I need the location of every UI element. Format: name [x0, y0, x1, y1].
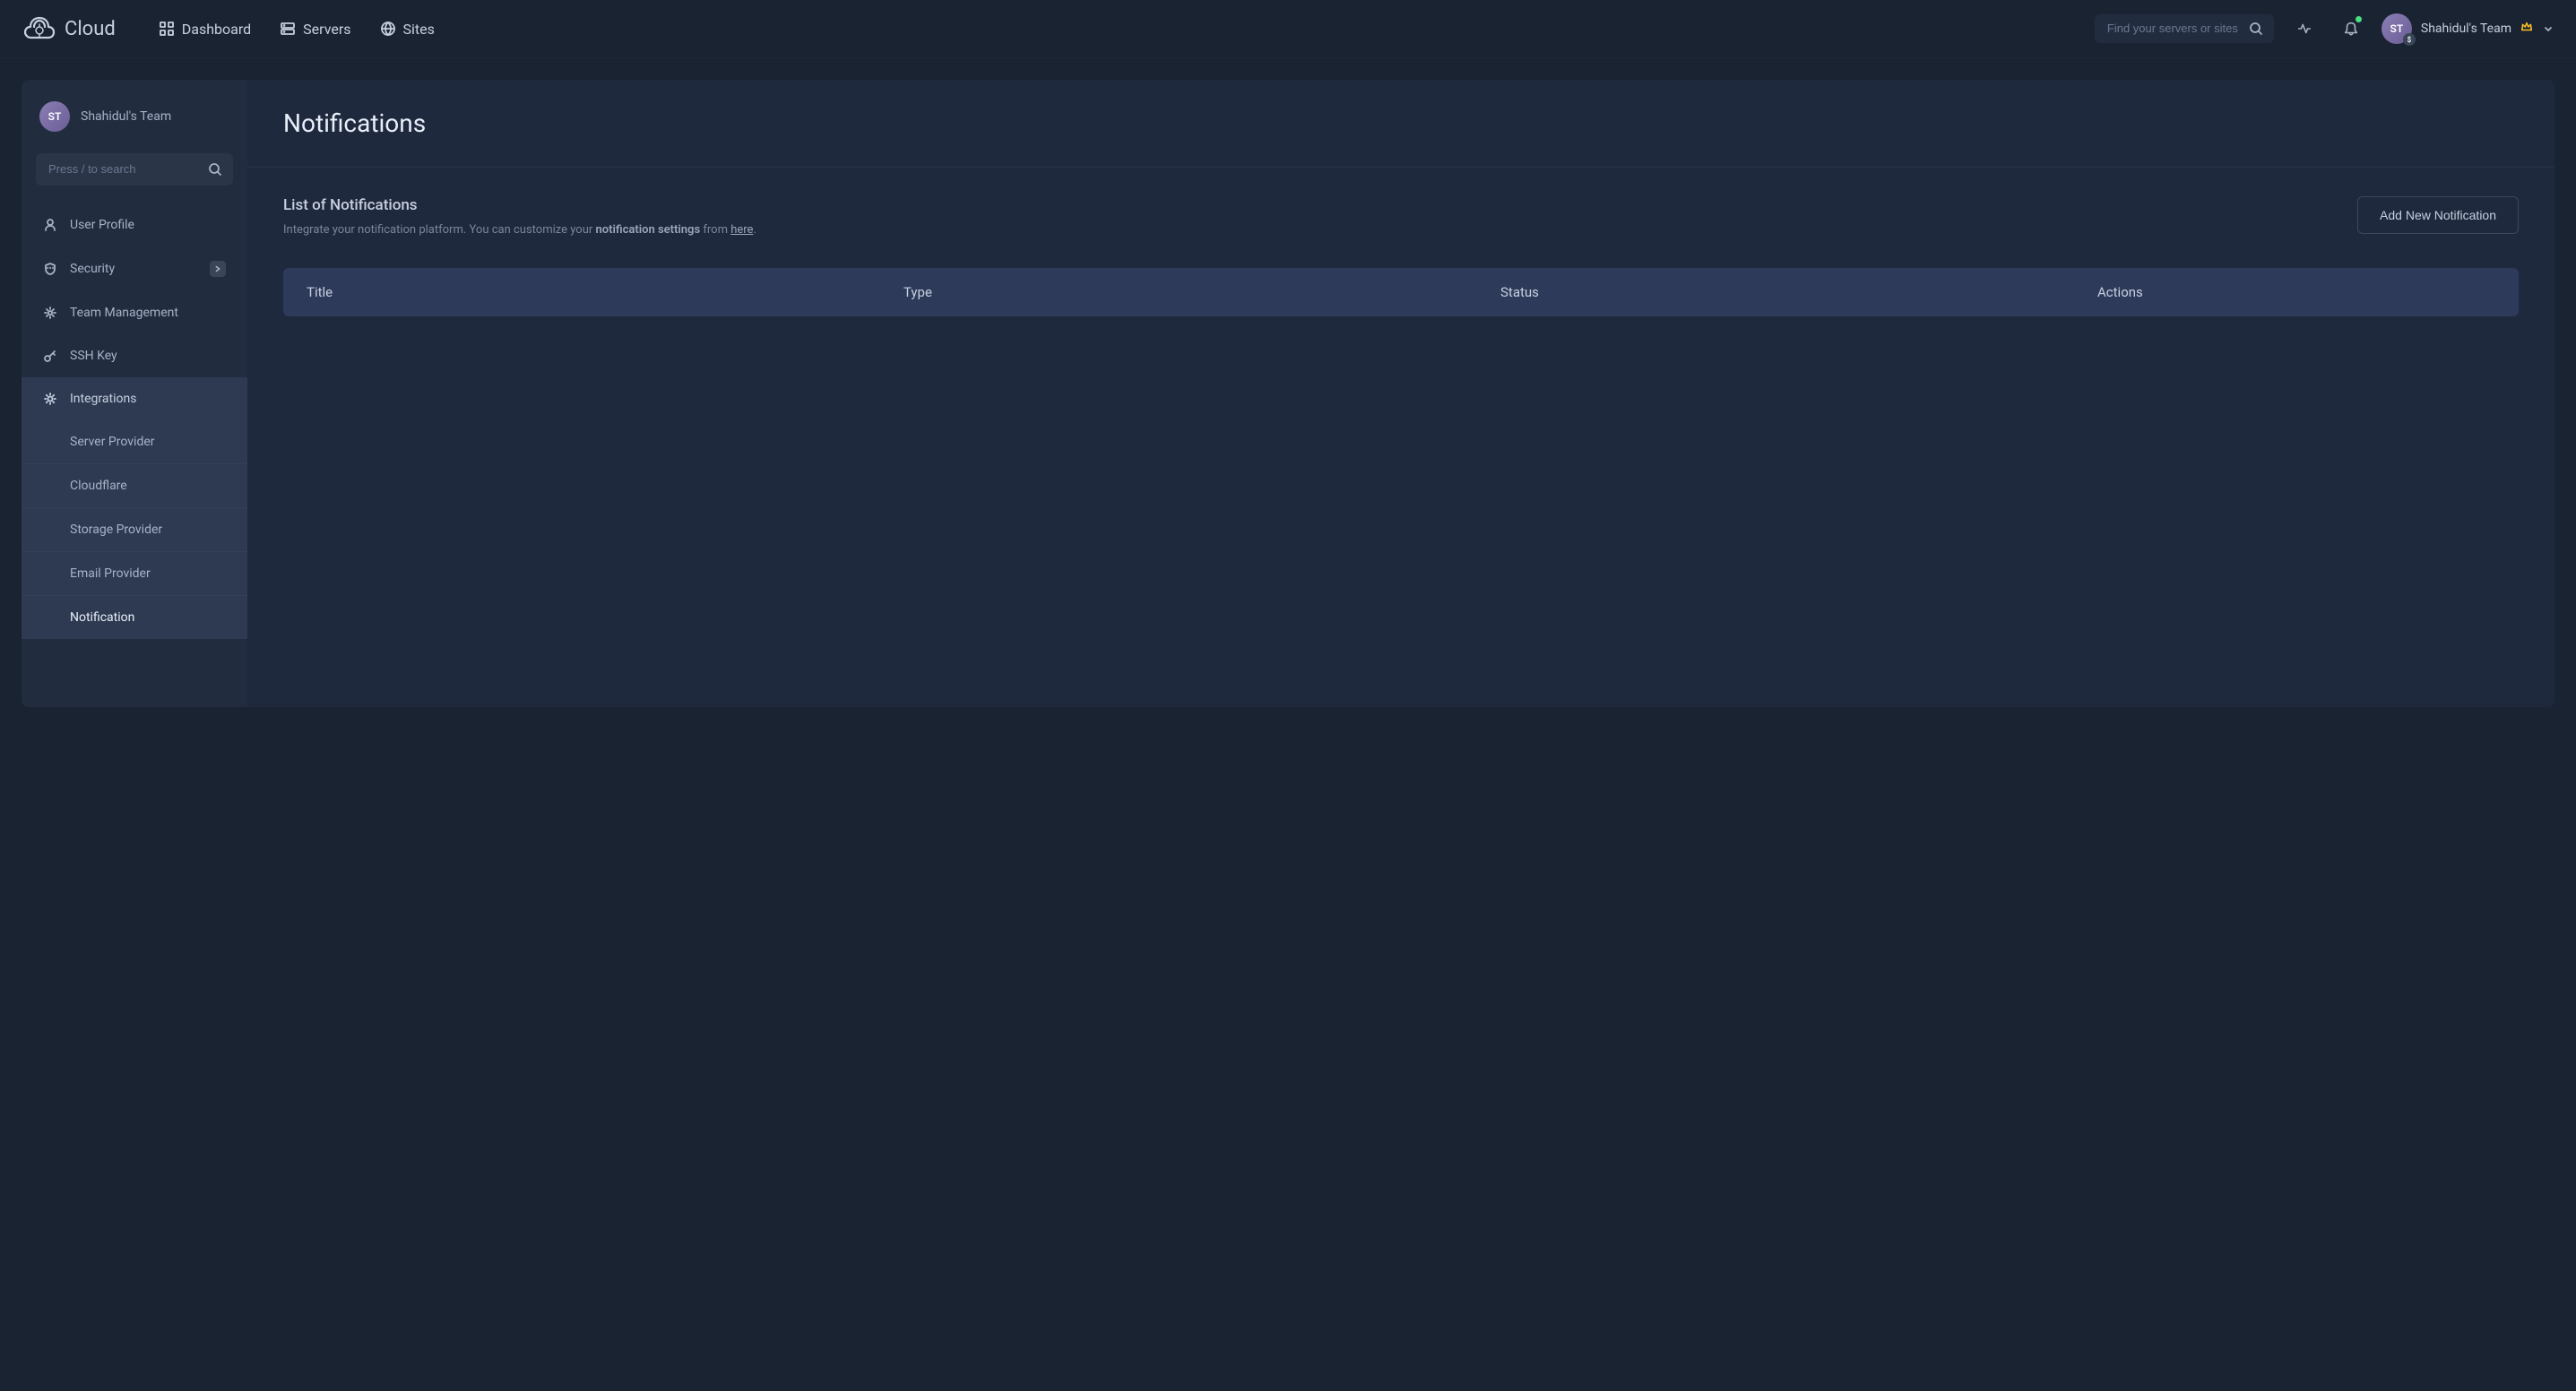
sidebar-navigation: User Profile Security: [22, 203, 247, 639]
subtitle-text-3: .: [753, 223, 756, 237]
sidebar-subitem-label: Notification: [70, 610, 134, 625]
avatar-badge: $: [2403, 33, 2416, 46]
avatar-initials: ST: [2390, 22, 2404, 35]
list-title-section: List of Notifications Integrate your not…: [283, 196, 756, 239]
content-header: Notifications: [247, 80, 2554, 168]
dashboard-icon: [159, 21, 175, 37]
subtitle-link[interactable]: here: [730, 223, 753, 237]
sidebar-item-ssh-key[interactable]: SSH Key: [22, 334, 247, 377]
sidebar-item-label: Integrations: [70, 392, 136, 406]
nav-servers-label: Servers: [303, 21, 350, 38]
sidebar-subitem-email-provider[interactable]: Email Provider: [22, 552, 247, 596]
sidebar-avatar-initials: ST: [48, 110, 62, 123]
column-header-title: Title: [307, 284, 903, 300]
main-navigation: Dashboard Servers Sites: [159, 21, 435, 38]
nav-dashboard[interactable]: Dashboard: [159, 21, 251, 38]
nav-dashboard-label: Dashboard: [182, 21, 251, 38]
sidebar-subitem-notification[interactable]: Notification: [22, 596, 247, 639]
table-header-row: Title Type Status Actions: [283, 268, 2519, 316]
subtitle-bold: notification settings: [596, 223, 701, 237]
subtitle-text-2: from: [700, 223, 730, 237]
sidebar-subitem-server-provider[interactable]: Server Provider: [22, 420, 247, 464]
user-team-name: Shahidul's Team: [2421, 22, 2511, 36]
sidebar-item-label: User Profile: [70, 218, 134, 232]
sidebar: ST Shahidul's Team User: [22, 80, 247, 707]
column-header-actions: Actions: [2097, 284, 2495, 300]
sidebar-subitem-label: Email Provider: [70, 566, 151, 581]
sidebar-item-security[interactable]: Security: [22, 246, 247, 291]
sidebar-search-box[interactable]: [36, 153, 233, 186]
nav-servers[interactable]: Servers: [280, 21, 350, 38]
sidebar-item-team-management[interactable]: Team Management: [22, 291, 247, 334]
sidebar-item-label: Team Management: [70, 306, 178, 320]
content-area: Notifications List of Notifications Inte…: [247, 80, 2554, 707]
gear-icon: [43, 392, 57, 406]
sidebar-subitem-label: Storage Provider: [70, 523, 162, 537]
column-header-type: Type: [903, 284, 1500, 300]
topbar-right-section: ST $ Shahidul's Team: [2095, 13, 2554, 45]
list-title: List of Notifications: [283, 196, 756, 214]
sidebar-avatar: ST: [39, 101, 70, 132]
top-navigation-bar: Cloud Dashboard: [0, 0, 2576, 58]
sidebar-item-label: SSH Key: [70, 349, 117, 363]
global-search-input[interactable]: [2107, 22, 2238, 35]
activity-button[interactable]: [2288, 13, 2321, 45]
chevron-down-icon: [2542, 22, 2554, 35]
logo-icon: [22, 11, 57, 47]
global-search-box[interactable]: [2095, 14, 2274, 43]
search-icon: [208, 162, 222, 177]
sidebar-subitem-label: Cloudflare: [70, 479, 127, 493]
user-menu[interactable]: ST $ Shahidul's Team: [2382, 13, 2554, 44]
sidebar-item-label: Security: [70, 262, 115, 276]
list-header: List of Notifications Integrate your not…: [283, 196, 2519, 239]
column-header-status: Status: [1500, 284, 2097, 300]
user-icon: [43, 218, 57, 232]
brand-name: Cloud: [65, 18, 116, 40]
subtitle-text-1: Integrate your notification platform. Yo…: [283, 223, 596, 237]
sidebar-item-user-profile[interactable]: User Profile: [22, 203, 247, 246]
nav-sites[interactable]: Sites: [380, 21, 435, 38]
sidebar-item-integrations[interactable]: Integrations: [22, 377, 247, 420]
user-avatar: ST $: [2382, 13, 2412, 44]
sidebar-search-input[interactable]: [48, 162, 199, 176]
notifications-table: Title Type Status Actions: [283, 268, 2519, 316]
sidebar-team-name: Shahidul's Team: [81, 109, 171, 124]
nav-sites-label: Sites: [403, 21, 435, 38]
notifications-button[interactable]: [2335, 13, 2367, 45]
page-title: Notifications: [283, 108, 2519, 138]
globe-icon: [380, 21, 396, 37]
list-subtitle: Integrate your notification platform. Yo…: [283, 221, 756, 239]
content-body: List of Notifications Integrate your not…: [247, 168, 2554, 345]
notification-indicator: [2356, 16, 2362, 22]
team-icon: [43, 306, 57, 320]
sidebar-subitem-cloudflare[interactable]: Cloudflare: [22, 464, 247, 508]
sidebar-header: ST Shahidul's Team: [22, 80, 247, 153]
shield-icon: [43, 262, 57, 276]
brand-logo[interactable]: Cloud: [22, 11, 116, 47]
crown-icon: [2520, 21, 2533, 37]
add-notification-button[interactable]: Add New Notification: [2357, 196, 2519, 234]
sidebar-subitem-storage-provider[interactable]: Storage Provider: [22, 508, 247, 552]
server-icon: [280, 21, 296, 37]
sidebar-subitem-label: Server Provider: [70, 435, 155, 449]
chevron-right-icon: [210, 261, 226, 277]
key-icon: [43, 349, 57, 363]
main-container: ST Shahidul's Team User: [0, 58, 2576, 729]
search-icon: [2249, 22, 2263, 36]
